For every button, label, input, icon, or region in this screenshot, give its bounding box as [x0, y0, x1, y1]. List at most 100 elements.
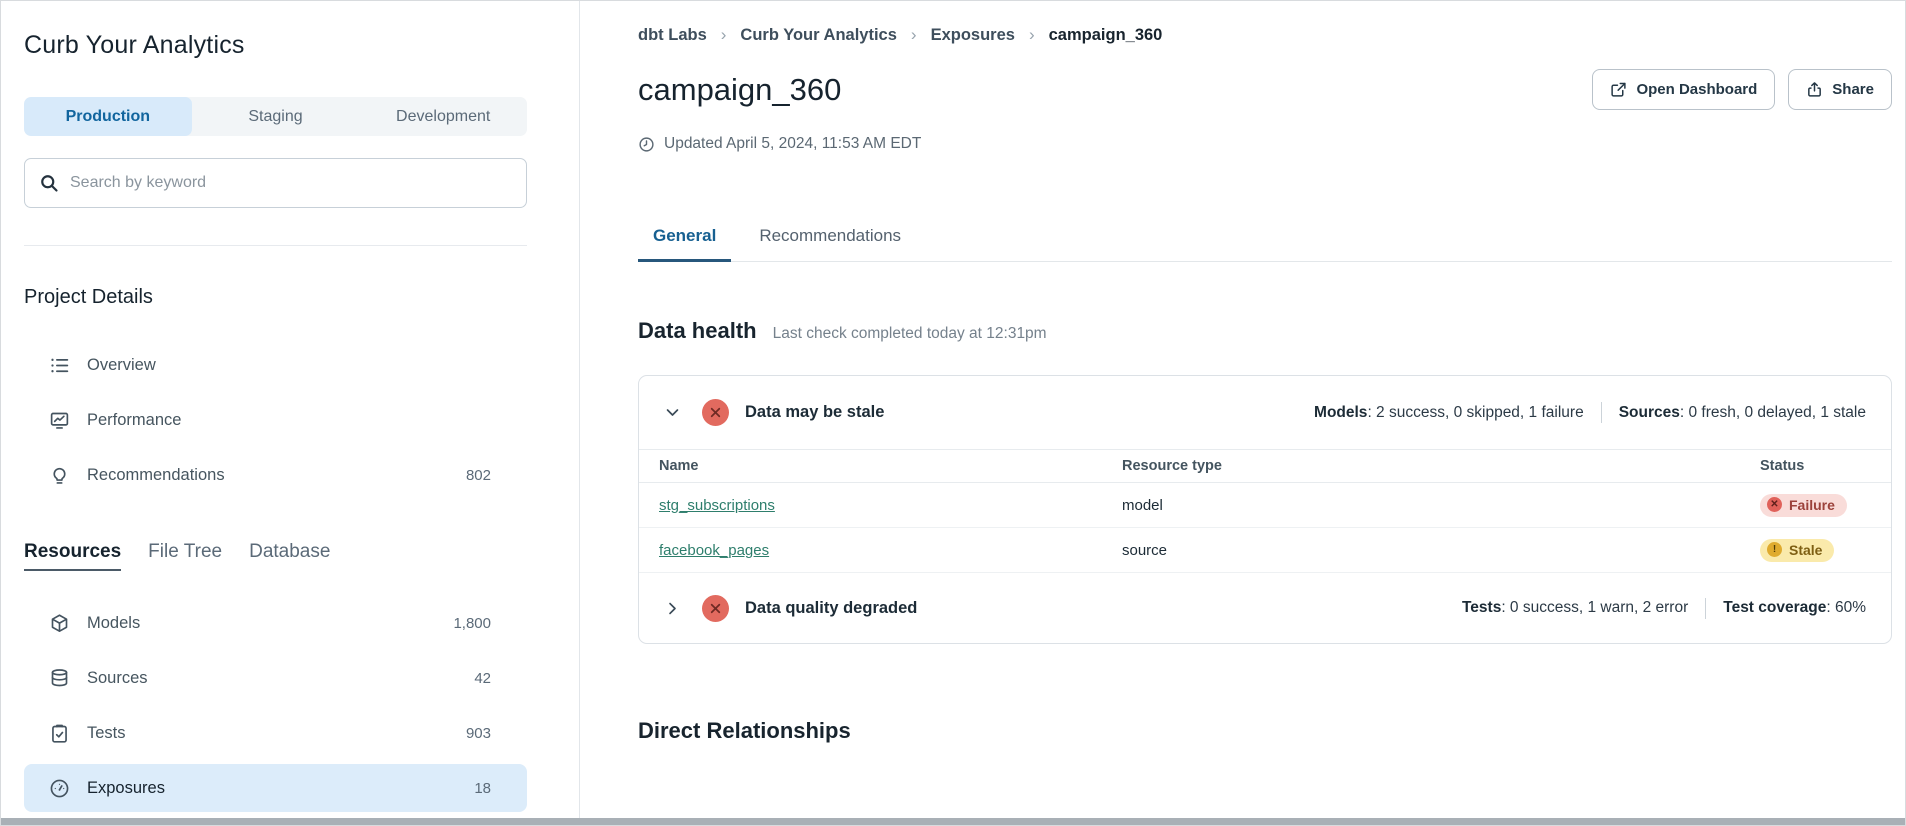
window-bottom-edge — [1, 818, 1905, 825]
sidebar-item-label: Recommendations — [87, 466, 225, 485]
share-button[interactable]: Share — [1788, 69, 1892, 110]
last-updated: Updated April 5, 2024, 11:53 AM EDT — [638, 135, 1892, 153]
page-header: campaign_360 Open Dashboard Share — [638, 69, 1892, 110]
open-dashboard-label: Open Dashboard — [1636, 81, 1757, 98]
column-header-name: Name — [659, 458, 1122, 474]
performance-chart-icon — [49, 410, 70, 431]
breadcrumb: dbt Labs › Curb Your Analytics › Exposur… — [638, 25, 1892, 45]
share-icon — [1806, 81, 1823, 98]
last-updated-text: Updated April 5, 2024, 11:53 AM EDT — [664, 135, 921, 153]
status-badge-stale: ! Stale — [1760, 539, 1834, 562]
models-stat-value: : 2 success, 0 skipped, 1 failure — [1367, 404, 1583, 422]
chevron-down-icon — [664, 404, 681, 421]
sidebar-item-label: Performance — [87, 411, 181, 430]
sources-stat-value: : 0 fresh, 0 delayed, 1 stale — [1680, 404, 1866, 422]
table-row: stg_subscriptions model ✕ Failure — [639, 483, 1891, 528]
stale-group-title: Data may be stale — [745, 403, 884, 422]
sidebar-item-count: 1,800 — [453, 615, 527, 632]
chevron-right-icon — [664, 600, 681, 617]
quality-group-stats: Tests : 0 success, 1 warn, 2 error Test … — [1462, 598, 1866, 619]
health-table-header: Name Resource type Status — [639, 449, 1891, 483]
sidebar-item-count: 42 — [474, 670, 527, 687]
tests-stat-value: : 0 success, 1 warn, 2 error — [1501, 599, 1688, 617]
direct-relationships-title: Direct Relationships — [638, 718, 1892, 744]
tests-stat-label: Tests — [1462, 599, 1501, 617]
breadcrumb-separator: › — [911, 25, 917, 45]
breadcrumb-account[interactable]: dbt Labs — [638, 26, 707, 45]
stale-group-stats: Models : 2 success, 0 skipped, 1 failure… — [1314, 402, 1866, 423]
sidebar-item-count: 802 — [466, 467, 527, 484]
status-badge-label: Stale — [1789, 542, 1822, 558]
sidebar-item-tests[interactable]: Tests 903 — [24, 709, 527, 757]
clipboard-check-icon — [49, 723, 70, 744]
search-input[interactable] — [70, 174, 512, 192]
page-tabs: General Recommendations — [638, 217, 1892, 262]
resources-nav: Models 1,800 Sources 42 Tests 903 — [24, 599, 527, 812]
stale-group-header: Data may be stale Models : 2 success, 0 … — [639, 376, 1891, 449]
x-circle-icon: ✕ — [1767, 497, 1782, 512]
env-tab-staging[interactable]: Staging — [192, 97, 360, 136]
page-actions: Open Dashboard Share — [1592, 69, 1892, 110]
tab-file-tree[interactable]: File Tree — [148, 541, 222, 571]
sidebar-item-count: 18 — [474, 780, 527, 797]
data-health-card: Data may be stale Models : 2 success, 0 … — [638, 375, 1892, 644]
sidebar-divider — [24, 245, 527, 246]
sidebar-item-overview[interactable]: Overview — [24, 343, 527, 387]
breadcrumb-separator: › — [721, 25, 727, 45]
quality-group-title: Data quality degraded — [745, 599, 917, 618]
breadcrumb-project[interactable]: Curb Your Analytics — [740, 26, 896, 45]
resource-type-cell: model — [1122, 497, 1760, 514]
breadcrumb-exposures[interactable]: Exposures — [931, 26, 1015, 45]
collapse-stale-group-button[interactable] — [659, 400, 685, 426]
clock-icon — [638, 136, 655, 153]
sources-stat-label: Sources — [1619, 404, 1680, 422]
database-icon — [49, 668, 70, 689]
breadcrumb-separator: › — [1029, 25, 1035, 45]
sidebar-item-label: Exposures — [87, 779, 165, 798]
sidebar-item-models[interactable]: Models 1,800 — [24, 599, 527, 647]
gauge-icon — [49, 778, 70, 799]
environment-tabs: Production Staging Development — [24, 97, 527, 136]
env-tab-development[interactable]: Development — [359, 97, 527, 136]
tab-database[interactable]: Database — [249, 541, 330, 571]
sidebar-item-label: Models — [87, 614, 140, 633]
stats-divider — [1705, 598, 1706, 619]
search-icon — [39, 173, 59, 193]
x-circle-icon — [702, 595, 729, 622]
project-details-nav: Overview Performance Recommendations 802 — [24, 343, 527, 497]
project-title: Curb Your Analytics — [24, 31, 527, 60]
sidebar-item-label: Sources — [87, 669, 148, 688]
sidebar-item-sources[interactable]: Sources 42 — [24, 654, 527, 702]
x-circle-icon — [702, 399, 729, 426]
resource-link-stg-subscriptions[interactable]: stg_subscriptions — [659, 497, 1122, 514]
resource-link-facebook-pages[interactable]: facebook_pages — [659, 542, 1122, 559]
sidebar-item-exposures[interactable]: Exposures 18 — [24, 764, 527, 812]
main-content: dbt Labs › Curb Your Analytics › Exposur… — [580, 1, 1905, 825]
quality-group-header: Data quality degraded Tests : 0 success,… — [639, 573, 1891, 643]
open-dashboard-button[interactable]: Open Dashboard — [1592, 69, 1775, 110]
lightbulb-icon — [49, 465, 70, 486]
column-header-resource-type: Resource type — [1122, 458, 1760, 474]
sidebar-item-recommendations[interactable]: Recommendations 802 — [24, 453, 527, 497]
tab-general[interactable]: General — [638, 217, 731, 262]
coverage-stat-value: : 60% — [1826, 599, 1866, 617]
column-header-status: Status — [1760, 458, 1871, 474]
project-details-heading: Project Details — [24, 286, 527, 309]
dbt-explorer-app: Curb Your Analytics Production Staging D… — [1, 1, 1905, 825]
sidebar-item-label: Overview — [87, 356, 156, 375]
sidebar-item-count: 903 — [466, 725, 527, 742]
models-stat-label: Models — [1314, 404, 1367, 422]
external-link-icon — [1610, 81, 1627, 98]
tab-recommendations[interactable]: Recommendations — [744, 217, 916, 262]
list-icon — [49, 355, 70, 376]
cube-icon — [49, 613, 70, 634]
stats-divider — [1601, 402, 1602, 423]
env-tab-production[interactable]: Production — [24, 97, 192, 136]
sidebar-search[interactable] — [24, 158, 527, 208]
expand-quality-group-button[interactable] — [659, 595, 685, 621]
breadcrumb-current: campaign_360 — [1049, 26, 1163, 45]
sidebar-item-performance[interactable]: Performance — [24, 398, 527, 442]
tab-resources[interactable]: Resources — [24, 541, 121, 571]
alert-circle-icon: ! — [1767, 542, 1782, 557]
share-label: Share — [1832, 81, 1874, 98]
